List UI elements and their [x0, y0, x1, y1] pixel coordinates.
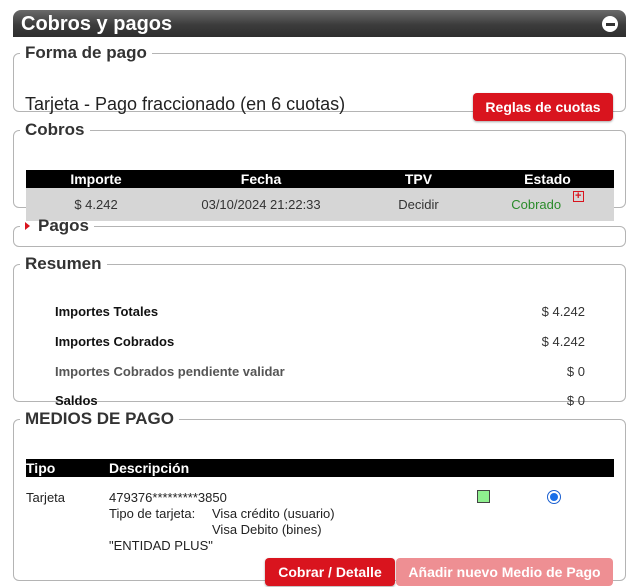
- resumen-section: Resumen Importes Totales $ 4.242 Importe…: [13, 254, 626, 408]
- collapse-icon[interactable]: [602, 16, 618, 32]
- table-row: Tarjeta 479376*********3850 Tipo de tarj…: [26, 477, 614, 554]
- anadir-medio-de-pago-button[interactable]: Añadir nuevo Medio de Pago: [396, 558, 613, 586]
- col-tpv: TPV: [356, 170, 481, 188]
- cobros-header-row: Importe Fecha TPV Estado: [26, 170, 614, 188]
- cell-status: [477, 477, 547, 554]
- cobros-section: Cobros Importe Fecha TPV Estado $ 4.242 …: [13, 120, 626, 221]
- tipo-tarjeta-row: Tipo de tarjeta: Visa crédito (usuario): [109, 506, 477, 522]
- tipo-tarjeta-row: Visa Debito (bines): [109, 522, 477, 538]
- medios-de-pago-section: MEDIOS DE PAGO Tipo Descripción Tarjeta …: [13, 409, 626, 586]
- entidad: "ENTIDAD PLUS": [109, 538, 213, 553]
- pagos-section[interactable]: Pagos: [13, 216, 626, 247]
- estado-badge: Cobrado: [511, 197, 562, 212]
- resumen-label: Saldos: [55, 393, 98, 408]
- panel-header: Cobros y pagos: [13, 10, 626, 37]
- resumen-value: $ 0: [566, 364, 585, 379]
- select-radio[interactable]: [547, 490, 561, 504]
- tipo-tarjeta-value-1: Visa crédito (usuario): [212, 506, 335, 521]
- pagos-legend[interactable]: Pagos: [20, 216, 94, 236]
- tipo-tarjeta-label: Tipo de tarjeta:: [109, 506, 196, 521]
- cell-descripcion: 479376*********3850 Tipo de tarjeta: Vis…: [109, 477, 477, 554]
- col-importe: Importe: [26, 170, 166, 188]
- resumen-value: $ 4.242: [541, 334, 585, 349]
- forma-de-pago-section: Forma de pago Tarjeta - Pago fraccionado…: [13, 43, 626, 121]
- resumen-value: $ 0: [566, 393, 585, 408]
- reglas-de-cuotas-button[interactable]: Reglas de cuotas: [473, 93, 613, 121]
- status-square-icon: [477, 490, 490, 503]
- resumen-legend: Resumen: [25, 254, 102, 273]
- resumen-label: Importes Totales: [55, 304, 159, 319]
- medios-table: Tipo Descripción Tarjeta 479376*********…: [26, 459, 614, 554]
- medios-header-row: Tipo Descripción: [26, 459, 614, 477]
- col-tipo: Tipo: [26, 459, 109, 477]
- pagos-legend-label: Pagos: [38, 216, 90, 235]
- forma-de-pago-text: Tarjeta - Pago fraccionado (en 6 cuotas): [25, 94, 346, 114]
- cobros-legend: Cobros: [25, 120, 85, 139]
- descripcion-block: 479376*********3850 Tipo de tarjeta: Vis…: [109, 490, 477, 554]
- medios-legend: MEDIOS DE PAGO: [25, 409, 174, 428]
- cell-tipo: Tarjeta: [26, 490, 66, 505]
- resumen-label: Importes Cobrados pendiente validar: [55, 364, 285, 379]
- panel-title: Cobros y pagos: [21, 13, 173, 35]
- caret-right-icon[interactable]: [25, 222, 30, 230]
- col-estado: Estado: [481, 170, 614, 188]
- resumen-label: Importes Cobrados: [55, 334, 175, 349]
- tipo-tarjeta-value-2: Visa Debito (bines): [212, 522, 322, 537]
- cobros-table: Importe Fecha TPV Estado $ 4.242 03/10/2…: [26, 170, 614, 221]
- cell-select: [547, 477, 614, 554]
- card-number: 479376*********3850: [109, 490, 227, 505]
- col-fecha: Fecha: [166, 170, 356, 188]
- plus-icon[interactable]: +: [572, 191, 584, 202]
- cobrar-detalle-button[interactable]: Cobrar / Detalle: [265, 558, 395, 586]
- resumen-value: $ 4.242: [541, 304, 585, 319]
- forma-de-pago-legend: Forma de pago: [25, 43, 147, 62]
- col-descripcion: Descripción: [109, 459, 614, 477]
